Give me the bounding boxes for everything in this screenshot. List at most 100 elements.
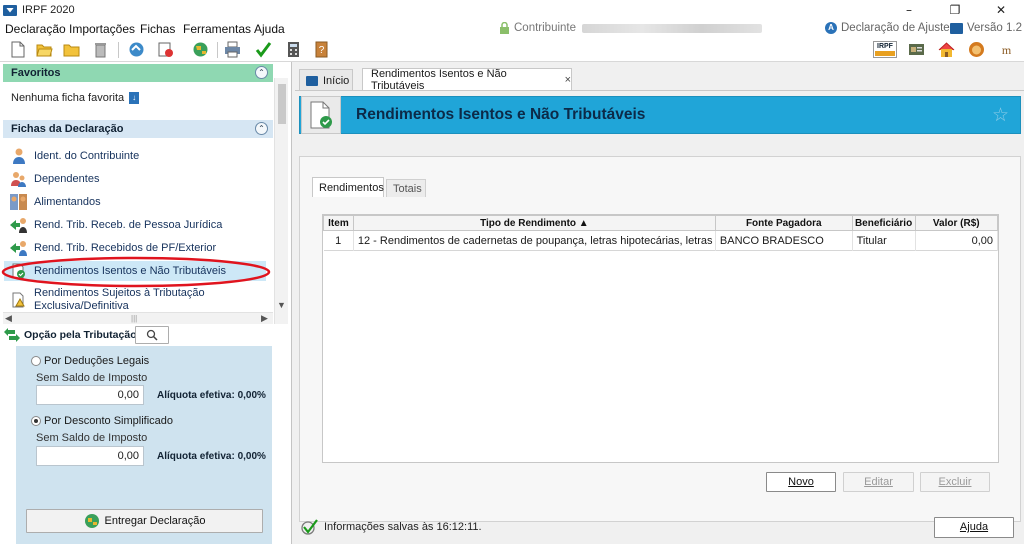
radio-desconto-simplificado[interactable]	[31, 416, 41, 426]
ficha-dependentes[interactable]: Dependentes	[10, 169, 99, 189]
col-item[interactable]: Item	[323, 215, 354, 231]
arrow-person-icon	[10, 216, 28, 234]
editar-label: Editar	[864, 476, 893, 488]
help-book-icon[interactable]: ?	[313, 41, 330, 58]
favorite-star-icon[interactable]: ☆	[992, 104, 1009, 127]
editar-button[interactable]: Editar	[843, 472, 914, 492]
trash-icon[interactable]	[92, 41, 109, 58]
restore-button[interactable]: ❐	[932, 0, 978, 20]
person-icon	[10, 147, 28, 165]
tab-rendimentos-isentos[interactable]: Rendimentos Isentos e Não Tributáveis ×	[362, 67, 572, 92]
inicio-icon	[306, 75, 318, 86]
scroll-left-arrow-icon[interactable]: ◀	[5, 313, 12, 324]
ficha-label: Rend. Trib. Receb. de Pessoa Jurídica	[34, 219, 223, 231]
ficha-label: Rend. Trib. Recebidos de PF/Exterior	[34, 242, 217, 254]
search-button[interactable]	[135, 326, 169, 344]
desconto-simplificado-label[interactable]: Por Desconto Simplificado	[44, 415, 173, 427]
folder-icon[interactable]	[63, 41, 80, 58]
page-title: Rendimentos Isentos e Não Tributáveis	[356, 106, 646, 123]
lion-icon[interactable]	[968, 41, 985, 58]
swap-arrows-icon	[4, 328, 20, 342]
col-beneficiario[interactable]: Beneficiário	[851, 215, 916, 231]
ficha-rend-trib-pj[interactable]: Rend. Trib. Receb. de Pessoa Jurídica	[10, 215, 222, 235]
m-icon[interactable]: m	[998, 41, 1015, 58]
ajuda-button[interactable]: Ajuda	[934, 517, 1014, 538]
content-area: Rendimentos Totais Item Tipo de Rendimen…	[299, 156, 1021, 522]
check-icon[interactable]	[255, 41, 272, 58]
scroll-right-arrow-icon[interactable]: ▶	[261, 313, 268, 324]
info-icon[interactable]: ↓	[129, 92, 140, 104]
fichas-horizontal-scrollbar[interactable]: ◀ ||| ▶	[3, 312, 273, 324]
fichas-vertical-scrollbar[interactable]: ▼	[274, 78, 288, 324]
tab-inicio[interactable]: Início	[299, 69, 353, 91]
print-icon[interactable]	[224, 41, 241, 58]
ficha-rend-exclusiva[interactable]: Rendimentos Sujeitos à Tributação Exclusi…	[10, 285, 205, 315]
window-title: IRPF 2020	[22, 4, 75, 16]
valor-deducoes-field: 0,00	[36, 385, 144, 405]
fichas-header[interactable]: Fichas da Declaração ⌃	[3, 120, 273, 138]
open-folder-icon[interactable]	[36, 41, 53, 58]
favoritos-header[interactable]: Favoritos ⌃	[3, 64, 273, 82]
novo-button[interactable]: Novo	[766, 472, 836, 492]
favoritos-title: Favoritos	[11, 67, 61, 79]
left-panel: Favoritos ⌃ Nenhuma ficha favorita ↓ Fic…	[0, 62, 292, 544]
ficha-label: Alimentandos	[34, 196, 101, 208]
transmit-icon[interactable]	[128, 41, 145, 58]
tab-active-label: Rendimentos Isentos e Não Tributáveis	[371, 67, 507, 92]
chevron-up-icon[interactable]: ⌃	[255, 122, 268, 135]
menu-declaracao[interactable]: Declaração	[5, 22, 66, 36]
ficha-label: Ident. do Contribuinte	[34, 150, 140, 162]
aliquota-label-2: Alíquota efetiva: 0,00%	[157, 451, 266, 462]
ficha-ident-contribuinte[interactable]: Ident. do Contribuinte	[10, 146, 139, 166]
contribuinte-info: Contribuinte	[499, 22, 763, 34]
cell-beneficiario: Titular	[852, 230, 916, 251]
table-row[interactable]: 1 12 - Rendimentos de cadernetas de poup…	[323, 230, 999, 251]
chevron-up-icon[interactable]: ⌃	[255, 66, 268, 79]
tab-inicio-label: Início	[323, 74, 350, 87]
declaracao-tipo: A Declaração de Ajuste	[825, 22, 950, 34]
irpf-badge-label: IRPF	[877, 43, 893, 50]
deducoes-legais-label[interactable]: Por Deduções Legais	[44, 355, 149, 367]
receipt-icon[interactable]	[157, 41, 174, 58]
col-fonte-pagadora[interactable]: Fonte Pagadora	[714, 215, 853, 231]
rendimentos-table-container: Item Tipo de Rendimento ▲ Fonte Pagadora…	[322, 214, 999, 463]
col-valor[interactable]: Valor (R$)	[914, 215, 999, 231]
menu-ajuda[interactable]: Ajuda	[254, 22, 285, 36]
menu-ferramentas[interactable]: Ferramentas	[183, 22, 251, 36]
menu-importacoes[interactable]: Importações	[69, 22, 135, 36]
lock-icon	[500, 22, 509, 34]
aliquota-label-1: Alíquota efetiva: 0,00%	[157, 390, 266, 401]
scroll-down-arrow-icon[interactable]: ▼	[277, 300, 286, 310]
sem-saldo-label-1: Sem Saldo de Imposto	[36, 372, 148, 384]
toolbar: ? IRPF m	[0, 38, 1024, 62]
new-file-icon[interactable]	[9, 41, 26, 58]
calculator-icon[interactable]	[285, 41, 302, 58]
scroll-grip-icon[interactable]: |||	[131, 314, 137, 323]
versao-label: Versão 1.2	[967, 22, 1022, 34]
excluir-button[interactable]: Excluir	[920, 472, 990, 492]
globe-icon[interactable]	[192, 41, 209, 58]
app-logo-icon	[3, 4, 17, 16]
svg-text:m: m	[1002, 43, 1012, 57]
close-window-button[interactable]: ✕	[978, 0, 1024, 20]
minimize-button[interactable]: –	[886, 0, 932, 20]
menu-fichas[interactable]: Fichas	[140, 22, 175, 36]
saved-check-icon	[301, 519, 318, 535]
col-tipo-rendimento[interactable]: Tipo de Rendimento ▲	[352, 215, 716, 231]
page-header: Rendimentos Isentos e Não Tributáveis ☆	[299, 96, 1021, 134]
scrollbar-thumb[interactable]	[278, 84, 286, 124]
ficha-alimentandos[interactable]: Alimentandos	[10, 192, 101, 212]
warning-doc-icon	[10, 291, 28, 309]
versao-icon	[950, 22, 963, 34]
irpf-badge-icon[interactable]: IRPF	[873, 41, 897, 58]
contribuinte-name-redacted	[582, 23, 763, 33]
close-tab-icon[interactable]: ×	[565, 74, 571, 86]
id-card-icon[interactable]	[908, 41, 925, 58]
subtab-totais[interactable]: Totais	[386, 179, 426, 197]
opcao-tributacao: Opção pela Tributação:	[4, 328, 140, 342]
entregar-declaracao-button[interactable]: Entregar Declaração	[26, 509, 263, 533]
radio-deducoes-legais[interactable]	[31, 356, 41, 366]
cell-tipo: 12 - Rendimentos de cadernetas de poupan…	[353, 230, 716, 251]
home-icon[interactable]	[938, 41, 955, 58]
subtab-rendimentos[interactable]: Rendimentos	[312, 177, 384, 197]
